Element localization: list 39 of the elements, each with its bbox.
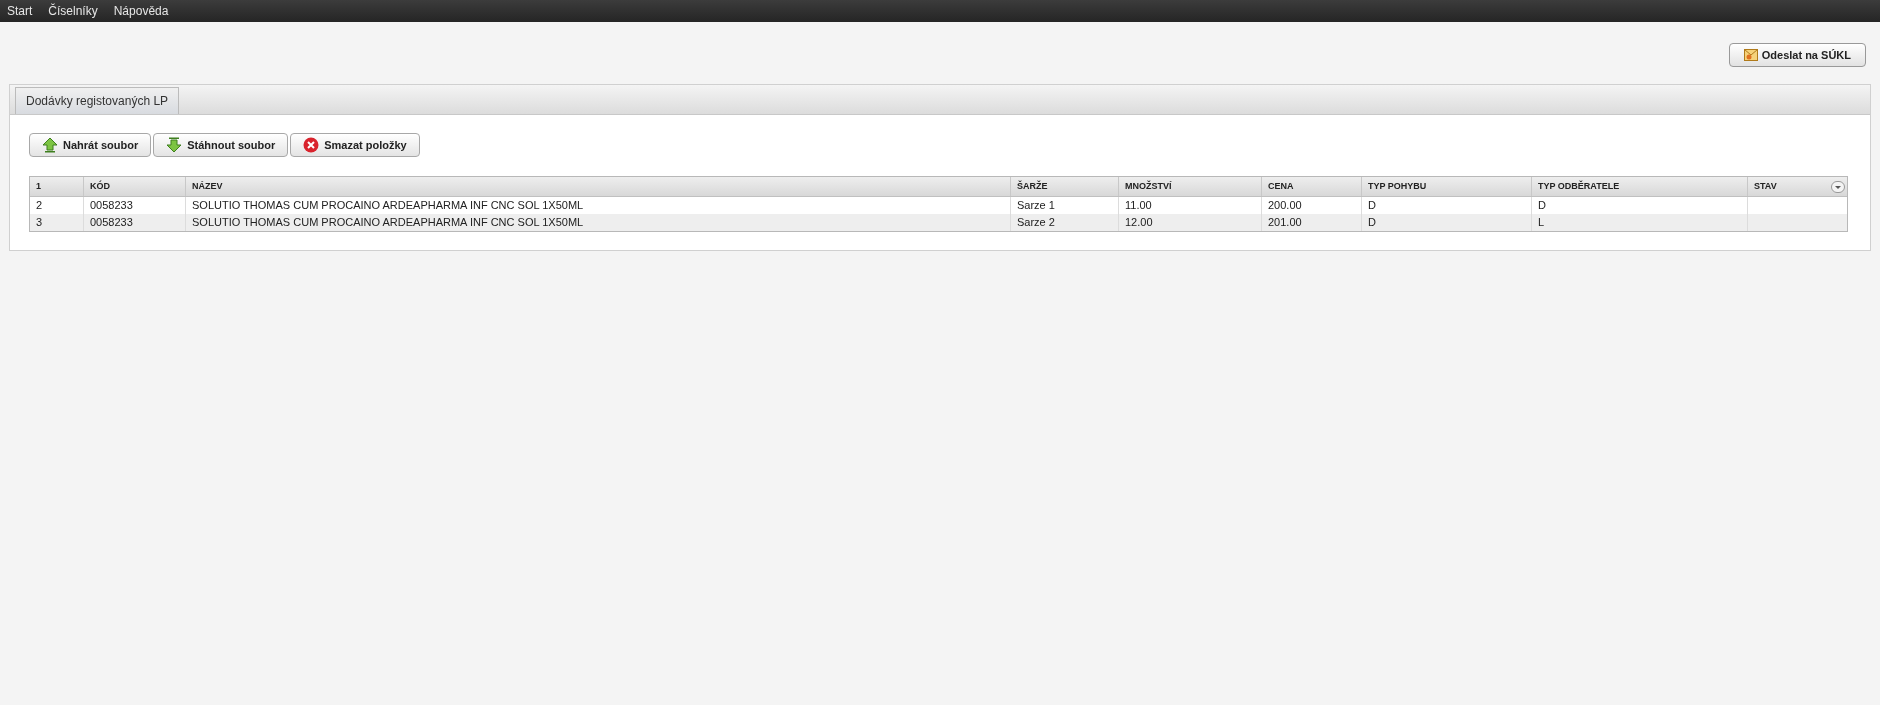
column-header[interactable]: KÓD xyxy=(90,179,110,194)
envelope-icon xyxy=(1743,49,1758,61)
down-arrow-icon xyxy=(166,137,183,153)
column-header[interactable]: MNOŽSTVÍ xyxy=(1125,179,1172,194)
up-arrow-icon xyxy=(42,137,58,153)
table-cell-text: 3 xyxy=(36,215,43,231)
table-cell-text: 200.00 xyxy=(1268,198,1302,214)
column-header[interactable]: 1 xyxy=(36,179,41,194)
table-cell-text: Sarze 1 xyxy=(1017,198,1055,214)
table-cell-text: 0058233 xyxy=(90,198,133,214)
table-cell-text: D xyxy=(1368,198,1376,214)
column-header[interactable]: ŠARŽE xyxy=(1017,179,1048,194)
table-cell-text: SOLUTIO THOMAS CUM PROCAINO ARDEAPHARMA INF CNC SOL 1X50ML xyxy=(192,198,584,214)
toolbar-button[interactable]: Nahrát soubor xyxy=(29,133,152,157)
table-cell-text: D xyxy=(1538,198,1546,214)
delete-icon xyxy=(303,137,320,153)
table-cell-text: Sarze 2 xyxy=(1017,215,1055,231)
column-header[interactable]: CENA xyxy=(1268,179,1294,194)
table-cell-text: 2 xyxy=(36,198,43,214)
toolbar-button[interactable]: Stáhnout soubor xyxy=(153,133,289,157)
tab[interactable]: Dodávky registovaných LP xyxy=(15,87,180,114)
column-header[interactable]: TYP ODBĚRATELE xyxy=(1538,179,1620,194)
table-row[interactable]: 3 0058233 SOLUTIO THOMAS CUM PROCAINO ARDEAPHARMA INF CNC SOL 1X50ML Sarze 2 12.00 201.00 D L xyxy=(30,214,1847,231)
column-header[interactable]: TYP POHYBU xyxy=(1368,179,1427,194)
column-header[interactable]: NÁZEV xyxy=(192,179,223,194)
send-button[interactable]: Odeslat na SÚKL xyxy=(1728,43,1866,67)
toolbar-button[interactable]: Smazat položky xyxy=(290,133,420,157)
table-cell-text: L xyxy=(1538,215,1545,231)
menu-item[interactable]: Start xyxy=(7,2,33,20)
dropdown-icon[interactable] xyxy=(1831,180,1845,193)
menu-item[interactable]: Číselníky xyxy=(48,2,98,20)
table-cell-text: 12.00 xyxy=(1125,215,1153,231)
table-cell-text: 11.00 xyxy=(1125,198,1152,214)
table-cell-text: D xyxy=(1368,215,1376,231)
table-cell-text: 0058233 xyxy=(90,215,133,231)
table-cell-text: 201.00 xyxy=(1268,215,1302,231)
menu-item[interactable]: Nápověda xyxy=(113,2,169,20)
table-cell-text: SOLUTIO THOMAS CUM PROCAINO ARDEAPHARMA INF CNC SOL 1X50ML xyxy=(192,215,584,231)
column-header[interactable]: STAV xyxy=(1754,179,1777,194)
